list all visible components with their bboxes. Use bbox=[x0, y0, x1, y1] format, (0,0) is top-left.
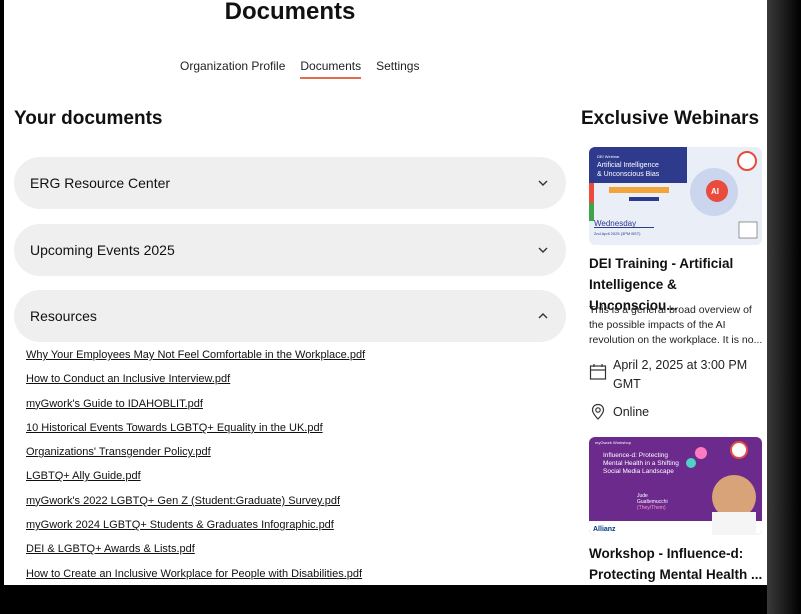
webinar-1-image-date: 2nd April 2025 (3PM BST) bbox=[594, 231, 641, 236]
file-link[interactable]: How to Conduct an Inclusive Interview.pd… bbox=[26, 371, 365, 387]
accordion-label: ERG Resource Center bbox=[30, 175, 171, 191]
webinar-1-title-line1: DEI Training - Artificial bbox=[589, 256, 734, 271]
chevron-down-icon bbox=[538, 247, 548, 253]
webinar-1-datetime: April 2, 2025 at 3:00 PM GMT bbox=[589, 356, 747, 394]
tab-bar: Organization Profile Documents Settings bbox=[180, 59, 419, 79]
webinar-1-description: This is a general broad overview of the … bbox=[589, 303, 764, 348]
webinar-1-image-day: Wednesday bbox=[594, 219, 636, 228]
webinar-1-image-title-1: Artificial Intelligence bbox=[597, 162, 659, 169]
webinar-2-image-title-2: Mental Health in a Shifting bbox=[603, 460, 679, 467]
webinar-1-desc-line2: the possible impacts of the AI bbox=[589, 319, 726, 331]
webinar-1-location-text: Online bbox=[613, 405, 650, 419]
tab-documents[interactable]: Documents bbox=[300, 59, 362, 79]
tab-settings[interactable]: Settings bbox=[376, 59, 419, 79]
accordion-label: Resources bbox=[30, 308, 97, 324]
file-link[interactable]: myGwork's 2022 LGBTQ+ Gen Z (Student:Gra… bbox=[26, 493, 365, 509]
webinar-1-desc-line3: revolution on the workplace. It is no... bbox=[589, 334, 763, 346]
file-link[interactable]: Organizations' Transgender Policy.pdf bbox=[26, 444, 365, 460]
your-documents-heading: Your documents bbox=[14, 108, 163, 129]
webinar-2-image-title-1: Influence-d: Protecting bbox=[603, 452, 668, 459]
webinar-2-image-series: myGwork Workshop bbox=[595, 440, 632, 445]
webinar-1-desc-line1: This is a general broad overview of bbox=[589, 304, 752, 316]
webinar-2-image-title-3: Social Media Landscape bbox=[603, 468, 674, 475]
exclusive-webinars-heading: Exclusive Webinars bbox=[581, 108, 760, 129]
webinar-1-image-title-2: & Unconscious Bias bbox=[597, 171, 660, 178]
location-pin-icon bbox=[591, 403, 605, 420]
webinar-1-date-line1: April 2, 2025 at 3:00 PM bbox=[613, 358, 748, 372]
file-link[interactable]: myGwork 2024 LGBTQ+ Students & Graduates… bbox=[26, 517, 365, 533]
calendar-icon bbox=[589, 364, 607, 380]
accordion-erg-resource-center[interactable]: ERG Resource Center bbox=[14, 157, 566, 209]
webinar-2-title[interactable]: Workshop - Influence-d: Protecting Menta… bbox=[589, 543, 764, 585]
accordion-upcoming-events-2025[interactable]: Upcoming Events 2025 bbox=[14, 224, 566, 276]
file-link[interactable]: DEI & LGBTQ+ Awards & Lists.pdf bbox=[26, 541, 365, 557]
window-shadow bbox=[767, 0, 801, 614]
resource-file-list: Why Your Employees May Not Feel Comforta… bbox=[26, 347, 365, 585]
chevron-down-icon bbox=[538, 180, 548, 186]
accordion-resources[interactable]: Resources bbox=[14, 290, 566, 342]
tab-organization-profile[interactable]: Organization Profile bbox=[180, 59, 285, 79]
webinar-2-title-line1: Workshop - Influence-d: bbox=[589, 546, 744, 561]
file-link[interactable]: 10 Historical Events Towards LGBTQ+ Equa… bbox=[26, 420, 365, 436]
file-link[interactable]: LGBTQ+ Ally Guide.pdf bbox=[26, 468, 365, 484]
webinar-2-title-line2: Protecting Mental Health ... bbox=[589, 567, 763, 582]
webinar-2-image-sponsor: Allianz bbox=[593, 526, 616, 533]
webinar-1-image-series: DEI Webinar bbox=[597, 154, 620, 159]
webinar-1-location: Online bbox=[589, 403, 649, 422]
file-link[interactable]: How to Create an Inclusive Workplace for… bbox=[26, 566, 365, 582]
webinar-1-image-badge: AI bbox=[711, 187, 719, 196]
accordion-label: Upcoming Events 2025 bbox=[30, 242, 175, 258]
webinar-1-image[interactable]: DEI Webinar Artificial Intelligence & Un… bbox=[589, 147, 762, 245]
webinar-2-image[interactable]: myGwork Workshop Influence-d: Protecting… bbox=[589, 437, 762, 535]
file-link[interactable]: myGwork's Guide to IDAHOBLIT.pdf bbox=[26, 396, 365, 412]
page: Documents Organization Profile Documents… bbox=[4, 0, 767, 585]
page-title: Documents bbox=[224, 0, 356, 25]
webinar-1-date-line2: GMT bbox=[613, 377, 641, 391]
file-link[interactable]: Why Your Employees May Not Feel Comforta… bbox=[26, 347, 365, 363]
chevron-up-icon bbox=[538, 313, 548, 319]
webinar-2-image-pronouns: (They/Them) bbox=[637, 505, 666, 511]
